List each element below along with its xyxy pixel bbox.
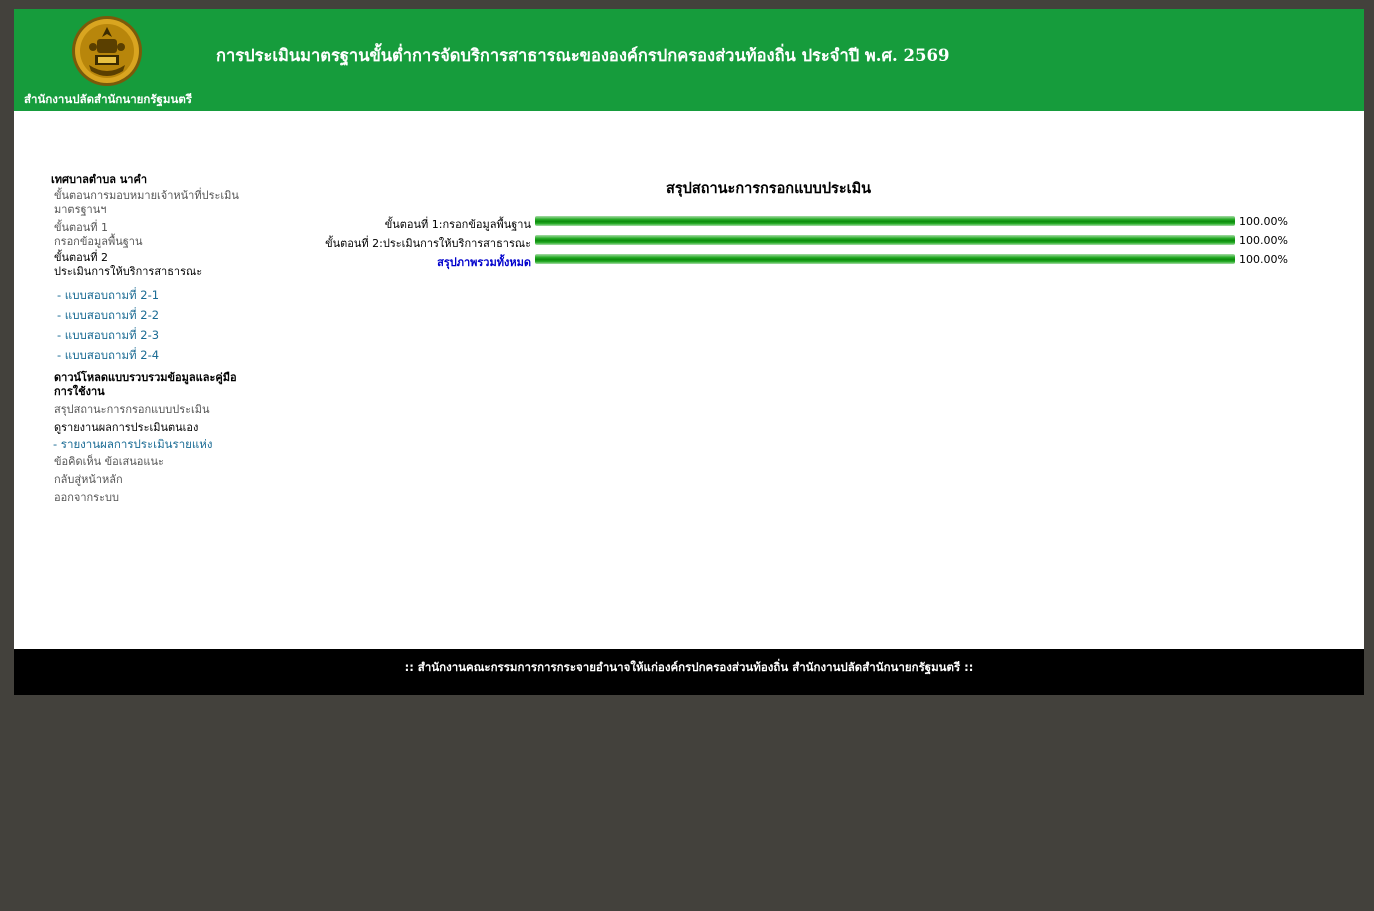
footer-text: :: สำนักงานคณะกรรมการการกระจายอำนาจให้แก… <box>404 660 974 674</box>
sidebar-link-feedback[interactable]: ข้อคิดเห็น ข้อเสนอแนะ <box>54 455 251 469</box>
sidebar-self-report-head: ดูรายงานผลการประเมินตนเอง <box>54 421 199 434</box>
header-banner: สำนักงานปลัดสำนักนายกรัฐมนตรี การประเมิน… <box>14 9 1364 111</box>
site-title: การประเมินมาตรฐานขั้นต่ำการจัดบริการสาธา… <box>216 46 950 65</box>
sidebar-link-home[interactable]: กลับสู่หน้าหลัก <box>54 473 251 487</box>
org-name: สำนักงานปลัดสำนักนายกรัฐมนตรี <box>24 92 192 106</box>
progress-value: 100.00% <box>1239 253 1288 266</box>
sidebar-link-download[interactable]: ดาวน์โหลดแบบรวบรวมข้อมูลและคู่มือการใช้ง… <box>54 371 251 399</box>
progress-fill <box>535 235 1235 245</box>
sidebar-link-summary[interactable]: สรุปสถานะการกรอกแบบประเมิน <box>54 403 251 417</box>
main-content: เทศบาลตำบล นาคำ ขั้นตอนการมอบหมายเจ้าหน้… <box>14 111 1364 649</box>
sidebar-link-report[interactable]: - รายงานผลการประเมินรายแห่ง <box>53 435 251 453</box>
progress-value: 100.00% <box>1239 234 1288 247</box>
footer-bar: :: สำนักงานคณะกรรมการการกระจายอำนาจให้แก… <box>14 649 1364 695</box>
sidebar-link-questionnaire-2-1[interactable]: - แบบสอบถามที่ 2-1 <box>57 285 251 305</box>
page-frame: สำนักงานปลัดสำนักนายกรัฐมนตรี การประเมิน… <box>14 9 1364 695</box>
progress-bar <box>535 235 1235 245</box>
progress-bar <box>535 216 1235 226</box>
progress-label-total-link[interactable]: สรุปภาพรวมทั้งหมด <box>437 253 531 271</box>
progress-bar <box>535 254 1235 264</box>
government-seal-icon <box>72 16 142 86</box>
progress-row-step2: ขั้นตอนที่ 2:ประเมินการให้บริการสาธารณะ … <box>14 232 1364 251</box>
progress-value: 100.00% <box>1239 215 1288 228</box>
progress-fill <box>535 254 1235 264</box>
sidebar-link-questionnaire-2-3[interactable]: - แบบสอบถามที่ 2-3 <box>57 325 251 345</box>
summary-title: สรุปสถานะการกรอกแบบประเมิน <box>666 181 872 197</box>
progress-row-step1: ขั้นตอนที่ 1:กรอกข้อมูลพื้นฐาน 100.00% <box>14 213 1364 232</box>
progress-label: ขั้นตอนที่ 2:ประเมินการให้บริการสาธารณะ <box>325 237 531 250</box>
progress-fill <box>535 216 1235 226</box>
sidebar-org-title: เทศบาลตำบล นาคำ <box>51 173 147 186</box>
sidebar-link-questionnaire-2-2[interactable]: - แบบสอบถามที่ 2-2 <box>57 305 251 325</box>
progress-row-total: สรุปภาพรวมทั้งหมด 100.00% <box>14 251 1364 270</box>
sidebar-link-logout[interactable]: ออกจากระบบ <box>54 491 251 505</box>
sidebar-link-questionnaire-2-4[interactable]: - แบบสอบถามที่ 2-4 <box>57 345 251 365</box>
progress-label: ขั้นตอนที่ 1:กรอกข้อมูลพื้นฐาน <box>384 218 531 231</box>
